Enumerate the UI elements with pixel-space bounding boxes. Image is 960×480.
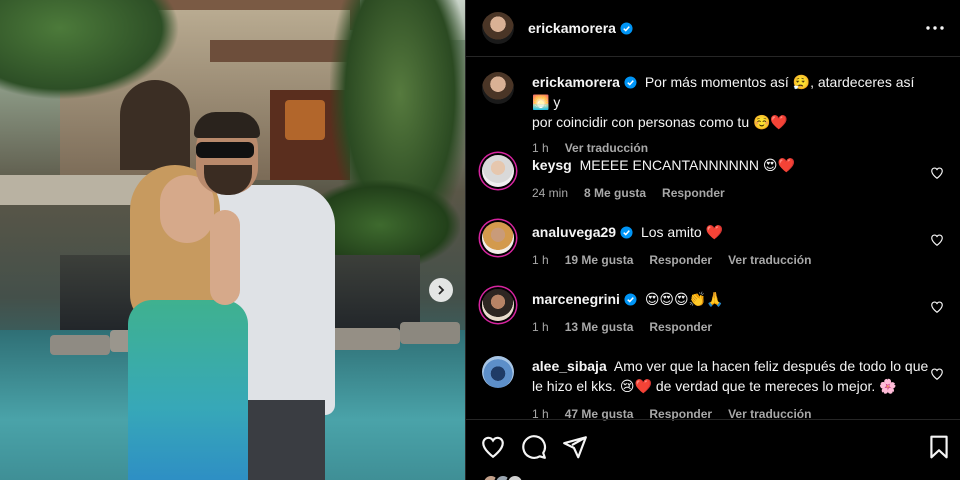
reply-button[interactable]: Responder [662,183,725,203]
author-username[interactable]: erickamorera [528,20,633,36]
share-icon[interactable] [562,434,588,460]
photo-arm [210,210,240,305]
see-translation-link[interactable]: Ver traducción [728,250,811,270]
comment-timestamp[interactable]: 1 h [532,317,549,337]
liked-by-avatars[interactable] [482,474,524,480]
reply-button[interactable]: Responder [649,317,712,337]
heart-icon[interactable] [930,300,944,314]
commenter-username[interactable]: marcenegrini [532,291,637,307]
comment-text: analuvega29 Los amito ❤️ [532,222,932,242]
photo-tree-left [0,0,180,100]
photo-sunglasses [196,142,254,158]
reply-button[interactable]: Responder [649,250,712,270]
bookmark-icon[interactable] [926,434,952,460]
photo-woman-dress [128,300,248,480]
heart-icon[interactable] [930,233,944,247]
photo-stepping-stone [330,328,400,350]
comment-text: keysg MEEEE ENCANTANNNNNN 😍❤️ [532,155,932,175]
caption-line: por coincidir con personas como tu ☺️❤️ [532,114,788,130]
comment-text: marcenegrini 😍😍😍👏🙏 [532,289,932,309]
author-avatar[interactable] [482,72,514,104]
comment-content: 😍😍😍👏🙏 [644,291,724,307]
comment-content: le hizo el kks. 😢❤️ de verdad que te mer… [532,378,897,394]
next-image-button[interactable] [429,278,453,302]
more-options-icon [926,26,944,30]
more-options-button[interactable] [923,16,947,40]
post-header: erickamorera [466,0,960,57]
comment-meta: 1 h 13 Me gusta Responder [532,317,932,337]
photo-man-hair [194,112,260,138]
photo-lamp [285,100,325,140]
commenter-username[interactable]: alee_sibaja [532,358,607,374]
verified-badge-icon [624,76,637,89]
photo-stepping-stone [50,335,110,355]
comment-likes[interactable]: 19 Me gusta [565,250,634,270]
comment-meta: 1 h 19 Me gusta Responder Ver traducción [532,250,932,270]
heart-icon[interactable] [930,367,944,381]
caption-username[interactable]: erickamorera [532,74,637,90]
heart-icon[interactable] [480,434,506,460]
verified-badge-icon [620,226,633,239]
commenter-username[interactable]: keysg [532,157,572,173]
commenter-avatar[interactable] [482,356,514,388]
commenter-username[interactable]: analuvega29 [532,224,633,240]
commenter-avatar[interactable] [482,155,514,187]
commenter-avatar[interactable] [482,289,514,321]
author-avatar[interactable] [482,12,514,44]
comment-icon[interactable] [521,434,547,460]
comment-timestamp[interactable]: 24 min [532,183,568,203]
comment-meta: 24 min 8 Me gusta Responder [532,183,932,203]
chevron-right-icon [438,285,445,295]
comment-content: Amo ver que la hacen feliz después de to… [613,358,929,374]
caption-text: erickamorera Por más momentos así 😮‍💨, a… [532,72,932,132]
comment-timestamp[interactable]: 1 h [532,250,549,270]
post-detail-panel: erickamorera erickamorera Por más moment… [465,0,960,480]
heart-icon[interactable] [930,166,944,180]
comment-content: MEEEE ENCANTANNNNNN 😍❤️ [579,157,795,173]
verified-badge-icon [624,293,637,306]
post-image[interactable] [0,0,465,480]
comment-content: Los amito ❤️ [640,224,723,240]
post-action-bar [466,419,960,480]
comment-text: alee_sibaja Amo ver que la hacen feliz d… [532,356,932,396]
verified-badge-icon [620,22,633,35]
comment-likes[interactable]: 13 Me gusta [565,317,634,337]
photo-man-shorts [245,400,325,480]
photo-stepping-stone [400,322,460,344]
comment-likes[interactable]: 8 Me gusta [584,183,646,203]
commenter-avatar[interactable] [482,222,514,254]
